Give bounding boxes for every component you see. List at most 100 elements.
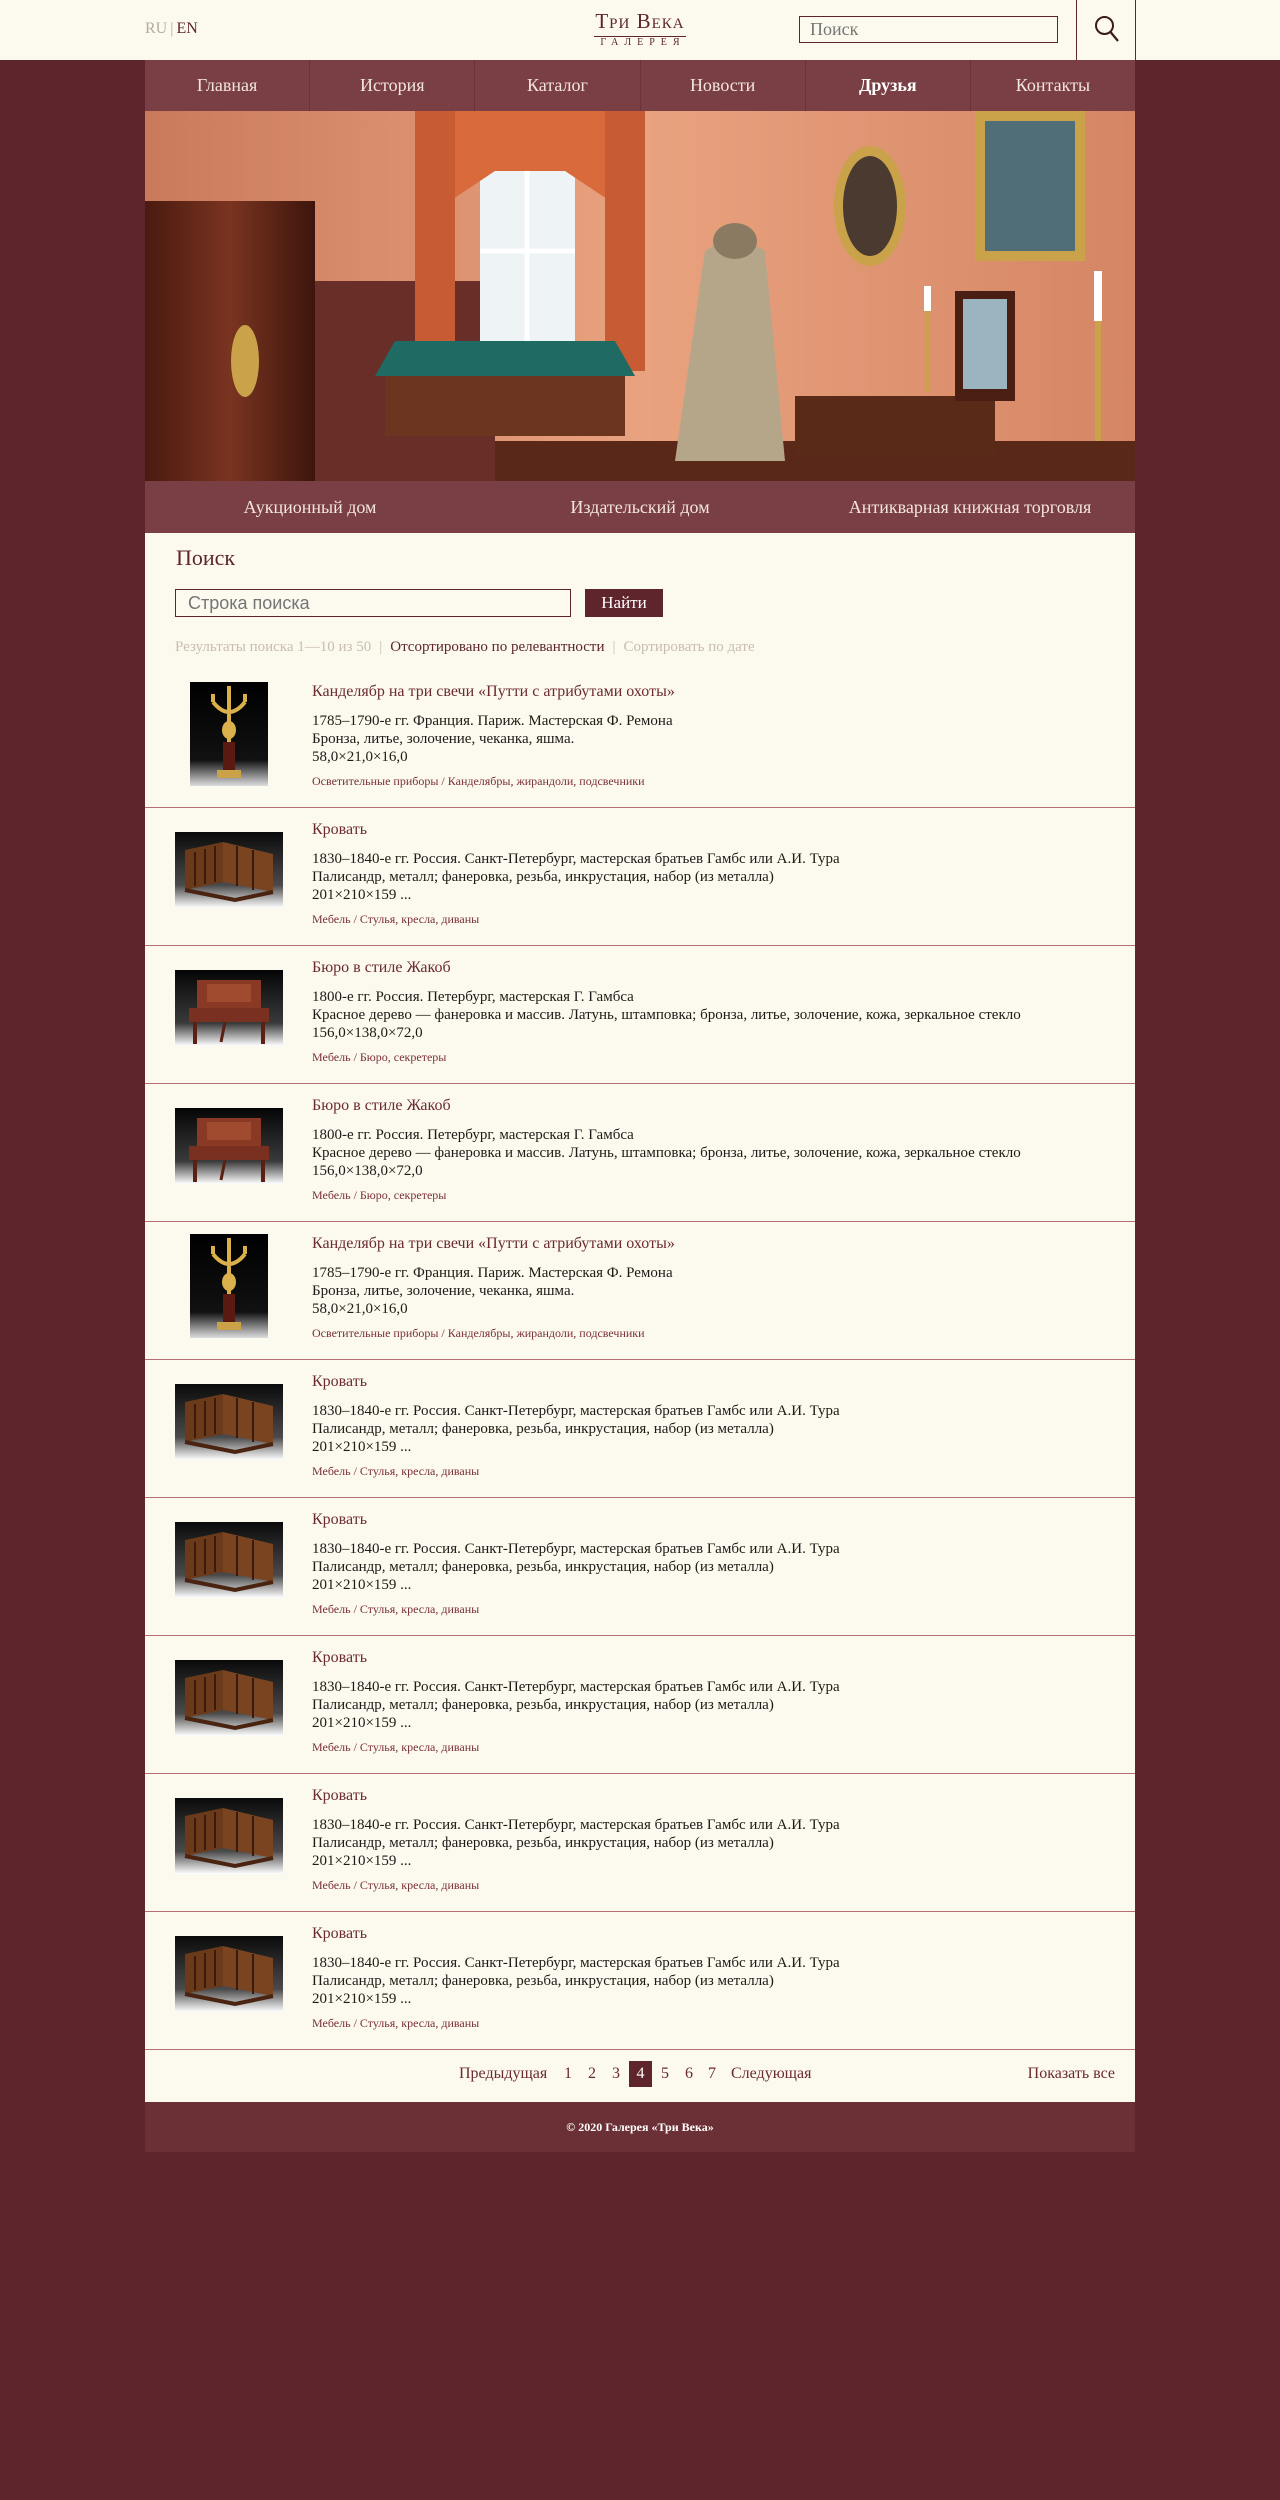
result-thumbnail[interactable] [175,820,283,924]
result-date: 1830–1840-е гг. Россия. Санкт-Петербург,… [312,1817,840,1833]
result-materials: Бронза, литье, золочение, чеканка, яшма. [312,731,575,747]
result-thumbnail[interactable] [175,1234,283,1338]
result-item[interactable]: Бюро в стиле Жакоб 1800-е гг. Россия. Пет… [145,1084,1135,1222]
page-title: Поиск [176,545,236,570]
result-item[interactable]: Бюро в стиле Жакоб 1800-е гг. Россия. Пет… [145,946,1135,1084]
logo[interactable]: Три Века ГАЛЕРЕЯ [570,10,710,50]
result-size: 201×210×159 ... [312,1853,412,1869]
result-title[interactable]: Кровать [312,1373,367,1391]
header-search-button[interactable] [1076,0,1136,60]
result-size: 201×210×159 ... [312,887,412,903]
results-count: Результаты поиска 1—10 из 50 [175,639,372,655]
results-list: Канделябр на три свечи «Путти с атрибута… [145,670,1135,2050]
result-category[interactable]: Мебель / Бюро, секретеры [312,1050,446,1065]
result-item[interactable]: Канделябр на три свечи «Путти с атрибута… [145,1222,1135,1360]
result-category[interactable]: Мебель / Стулья, кресла, диваны [312,1878,479,1893]
result-title[interactable]: Кровать [312,821,367,839]
subnav-item-books[interactable]: Антикварная книжная торговля [805,481,1135,533]
pagination-next[interactable]: Следующая [731,2065,811,2083]
subnav-item-publishing[interactable]: Издательский дом [475,481,805,533]
sort-by-date[interactable]: Сортировать по дате [624,639,755,655]
hero-image [145,111,1135,481]
result-item[interactable]: Кровать 1830–1840-е гг. Россия. Санкт-Пет… [145,1636,1135,1774]
pagination: Предыдущая 1 2 3 4 5 6 7 Следующая Показ… [145,2050,1135,2102]
result-size: 58,0×21,0×16,0 [312,1301,408,1317]
results-meta: Результаты поиска 1—10 из 50 | Отсортирова… [175,639,755,656]
result-date: 1785–1790-е гг. Франция. Париж. Мастерск… [312,1265,673,1281]
result-thumbnail[interactable] [175,682,283,786]
pagination-page[interactable]: 1 [564,2065,572,2083]
result-materials: Палисандр, металл; фанеровка, резьба, ин… [312,1421,774,1437]
result-title[interactable]: Кровать [312,1511,367,1529]
result-category[interactable]: Мебель / Стулья, кресла, диваны [312,1464,479,1479]
result-date: 1830–1840-е гг. Россия. Санкт-Петербург,… [312,1403,840,1419]
show-all-link[interactable]: Показать все [1028,2065,1115,2083]
pagination-page[interactable]: 5 [661,2065,669,2083]
result-materials: Палисандр, металл; фанеровка, резьба, ин… [312,1697,774,1713]
result-category[interactable]: Мебель / Стулья, кресла, диваны [312,1602,479,1617]
search-panel: Поиск Найти Результаты поиска 1—10 из 50… [145,533,1135,670]
sort-relevance[interactable]: Отсортировано по релевантности [390,639,604,655]
result-materials: Палисандр, металл; фанеровка, резьба, ин… [312,1559,774,1575]
find-button[interactable]: Найти [585,589,663,617]
result-date: 1785–1790-е гг. Франция. Париж. Мастерск… [312,713,673,729]
pagination-page[interactable]: 6 [685,2065,693,2083]
meta-separator: | [379,639,383,655]
nav-item-catalog[interactable]: Каталог [475,60,641,111]
search-icon [1095,16,1119,42]
result-category[interactable]: Мебель / Стулья, кресла, диваны [312,912,479,927]
result-item[interactable]: Кровать 1830–1840-е гг. Россия. Санкт-Пет… [145,1360,1135,1498]
result-title[interactable]: Бюро в стиле Жакоб [312,959,451,977]
header-search-input[interactable] [799,16,1058,43]
nav-item-home[interactable]: Главная [145,60,311,111]
nav-item-news[interactable]: Новости [641,60,806,111]
sub-nav: Аукционный дом Издательский дом Антиквар… [145,481,1135,533]
result-title[interactable]: Канделябр на три свечи «Путти с атрибута… [312,683,675,701]
logo-title: Три Века [595,9,685,33]
lang-ru-link[interactable]: RU [145,20,167,37]
result-materials: Палисандр, металл; фанеровка, резьба, ин… [312,1835,774,1851]
pagination-page[interactable]: 7 [708,2065,716,2083]
result-category[interactable]: Мебель / Стулья, кресла, диваны [312,2016,479,2031]
pagination-page[interactable]: 3 [612,2065,620,2083]
meta-separator: | [612,639,616,655]
search-input[interactable] [175,589,571,617]
logo-subtitle: ГАЛЕРЕЯ [594,36,686,49]
nav-item-contacts[interactable]: Контакты [971,60,1135,111]
result-thumbnail[interactable] [175,1372,283,1476]
result-thumbnail[interactable] [175,958,283,1062]
result-date: 1830–1840-е гг. Россия. Санкт-Петербург,… [312,1955,840,1971]
result-title[interactable]: Кровать [312,1649,367,1667]
result-materials: Палисандр, металл; фанеровка, резьба, ин… [312,1973,774,1989]
result-thumbnail[interactable] [175,1510,283,1614]
result-item[interactable]: Кровать 1830–1840-е гг. Россия. Санкт-Пет… [145,808,1135,946]
result-item[interactable]: Кровать 1830–1840-е гг. Россия. Санкт-Пет… [145,1774,1135,1912]
result-thumbnail[interactable] [175,1924,283,2028]
pagination-prev[interactable]: Предыдущая [459,2065,547,2083]
result-title[interactable]: Кровать [312,1787,367,1805]
result-item[interactable]: Кровать 1830–1840-е гг. Россия. Санкт-Пет… [145,1912,1135,2050]
nav-item-friends[interactable]: Друзья [806,60,971,111]
nav-item-history[interactable]: История [310,60,476,111]
result-category[interactable]: Мебель / Бюро, секретеры [312,1188,446,1203]
language-switch: RU | EN [145,20,198,38]
result-title[interactable]: Бюро в стиле Жакоб [312,1097,451,1115]
result-materials: Красное дерево — фанеровка и массив. Лат… [312,1145,1021,1161]
result-materials: Красное дерево — фанеровка и массив. Лат… [312,1007,1021,1023]
lang-en-link[interactable]: EN [176,20,197,37]
top-bar: RU | EN Три Века ГАЛЕРЕЯ [0,0,1280,60]
subnav-item-auction[interactable]: Аукционный дом [145,481,475,533]
pagination-current-page[interactable]: 4 [629,2061,652,2087]
result-category[interactable]: Мебель / Стулья, кресла, диваны [312,1740,479,1755]
result-thumbnail[interactable] [175,1786,283,1890]
result-title[interactable]: Кровать [312,1925,367,1943]
pagination-page[interactable]: 2 [588,2065,596,2083]
result-item[interactable]: Канделябр на три свечи «Путти с атрибута… [145,670,1135,808]
search-content: Поиск Найти Результаты поиска 1—10 из 50… [145,533,1135,2102]
result-thumbnail[interactable] [175,1096,283,1200]
result-thumbnail[interactable] [175,1648,283,1752]
result-category[interactable]: Осветительные приборы / Канделябры, жира… [312,1326,645,1341]
result-item[interactable]: Кровать 1830–1840-е гг. Россия. Санкт-Пет… [145,1498,1135,1636]
result-category[interactable]: Осветительные приборы / Канделябры, жира… [312,774,645,789]
result-title[interactable]: Канделябр на три свечи «Путти с атрибута… [312,1235,675,1253]
